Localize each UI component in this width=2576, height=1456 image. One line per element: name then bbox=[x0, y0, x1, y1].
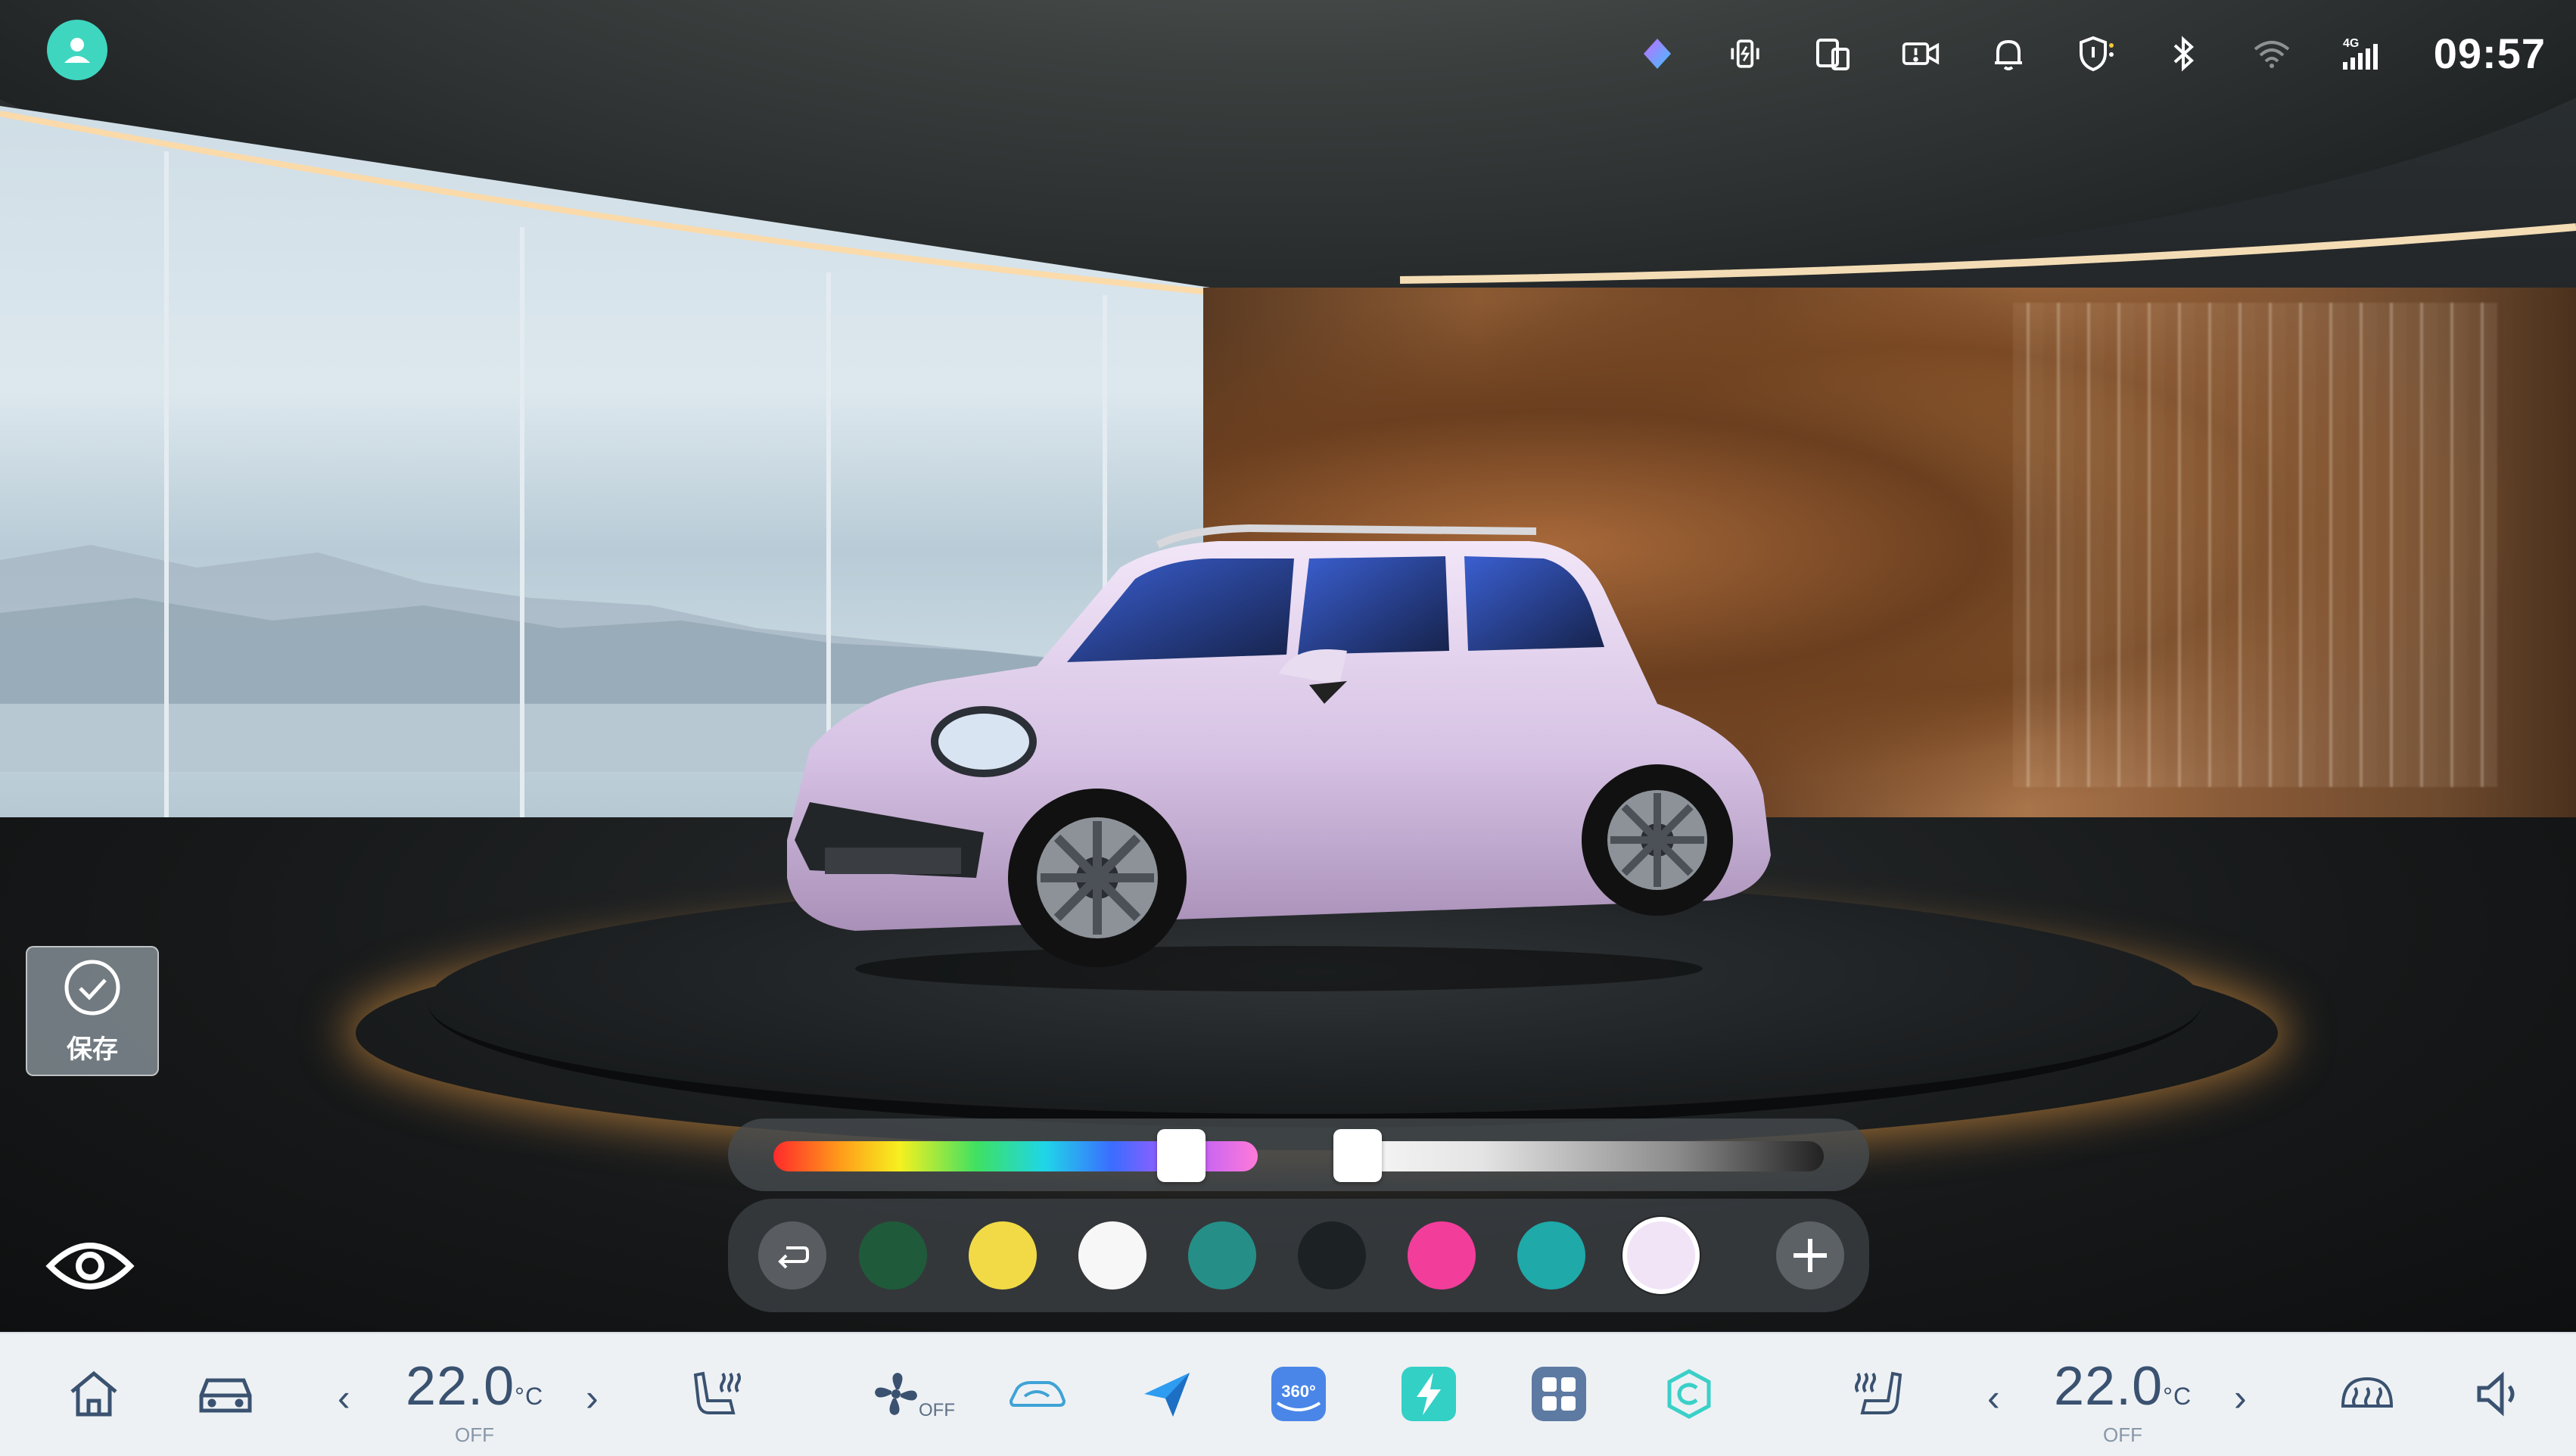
left-temp-down-button[interactable]: ‹ bbox=[338, 1376, 350, 1420]
status-bar: 4G 09:57 bbox=[0, 0, 2576, 106]
wifi-icon[interactable] bbox=[2252, 34, 2291, 73]
svg-text:360°: 360° bbox=[1281, 1382, 1316, 1401]
navigation-app-icon[interactable] bbox=[1137, 1364, 1197, 1424]
fan-status: OFF bbox=[919, 1400, 955, 1420]
status-icons: 4G bbox=[1638, 27, 2379, 80]
plus-icon bbox=[1794, 1239, 1827, 1272]
security-shield-icon[interactable] bbox=[2077, 34, 2116, 73]
device-link-icon[interactable] bbox=[1813, 34, 1853, 73]
undo-button[interactable] bbox=[758, 1221, 826, 1290]
save-button[interactable]: 保存 bbox=[26, 946, 159, 1076]
vehicle-icon[interactable] bbox=[195, 1364, 256, 1424]
ai-assistant-icon[interactable] bbox=[1638, 34, 1677, 73]
lightness-slider-thumb[interactable] bbox=[1333, 1129, 1383, 1182]
home-icon[interactable] bbox=[64, 1364, 124, 1424]
energy-app-icon[interactable] bbox=[1398, 1364, 1459, 1424]
notification-bell-icon[interactable] bbox=[1989, 34, 2028, 73]
left-temp-unit: °C bbox=[515, 1383, 544, 1410]
color-swatch[interactable] bbox=[1298, 1221, 1366, 1290]
color-swatch[interactable] bbox=[1517, 1221, 1585, 1290]
defrost-icon[interactable] bbox=[2337, 1364, 2397, 1424]
checkmark-icon bbox=[64, 960, 120, 1015]
color-swatch[interactable] bbox=[1627, 1221, 1695, 1290]
waterfall bbox=[2013, 303, 2497, 787]
recirculation-icon[interactable] bbox=[1006, 1364, 1067, 1424]
left-temp-status: OFF bbox=[455, 1423, 495, 1446]
color-swatch[interactable] bbox=[1188, 1221, 1256, 1290]
color-swatch[interactable] bbox=[1408, 1221, 1476, 1290]
color-swatch[interactable] bbox=[969, 1221, 1037, 1290]
cellular-4g-icon: 4G bbox=[2340, 34, 2379, 73]
eye-icon bbox=[45, 1243, 135, 1290]
phone-charging-icon[interactable] bbox=[1725, 34, 1765, 73]
bottom-dock: ‹ 22.0°C OFF › OFF 360° ‹ 22.0°C OFF › bbox=[0, 1332, 2576, 1456]
app-grid-icon[interactable] bbox=[1529, 1364, 1589, 1424]
seat-heating-right-icon[interactable] bbox=[1846, 1364, 1907, 1424]
undo-icon bbox=[778, 1246, 809, 1269]
user-avatar-icon[interactable] bbox=[47, 20, 107, 80]
color-swatch[interactable] bbox=[859, 1221, 927, 1290]
save-label: 保存 bbox=[67, 1034, 118, 1064]
right-temp-unit: °C bbox=[2163, 1383, 2192, 1410]
left-temp-value: 22.0 bbox=[406, 1356, 515, 1417]
vehicle-settings-app-icon[interactable] bbox=[1659, 1364, 1719, 1424]
clock: 09:57 bbox=[2433, 30, 2546, 77]
svg-text:4G: 4G bbox=[2343, 37, 2359, 50]
volume-icon[interactable] bbox=[2467, 1364, 2528, 1424]
bluetooth-icon[interactable] bbox=[2164, 34, 2204, 73]
seat-heating-left-icon[interactable] bbox=[689, 1364, 749, 1424]
fan-icon[interactable] bbox=[866, 1364, 926, 1424]
color-swatch[interactable] bbox=[1078, 1221, 1146, 1290]
right-temp-status: OFF bbox=[2103, 1423, 2143, 1446]
left-temp-display: 22.0°C OFF bbox=[406, 1356, 543, 1447]
right-temp-up-button[interactable]: › bbox=[2234, 1376, 2247, 1420]
hue-slider-thumb[interactable] bbox=[1156, 1129, 1206, 1182]
dashcam-icon[interactable] bbox=[1901, 34, 1940, 73]
color-slider-panel bbox=[728, 1118, 1869, 1191]
view-toggle-button[interactable] bbox=[44, 1232, 136, 1300]
add-color-button[interactable] bbox=[1776, 1221, 1844, 1290]
lightness-slider[interactable] bbox=[1333, 1141, 1824, 1171]
left-temp-up-button[interactable]: › bbox=[586, 1376, 599, 1420]
right-temp-display: 22.0°C OFF bbox=[2054, 1356, 2192, 1447]
car-model[interactable] bbox=[764, 522, 1786, 991]
color-swatch-panel bbox=[728, 1199, 1869, 1312]
right-temp-value: 22.0 bbox=[2054, 1356, 2164, 1417]
right-temp-down-button[interactable]: ‹ bbox=[1987, 1376, 2000, 1420]
camera-360-app-icon[interactable]: 360° bbox=[1268, 1364, 1329, 1424]
